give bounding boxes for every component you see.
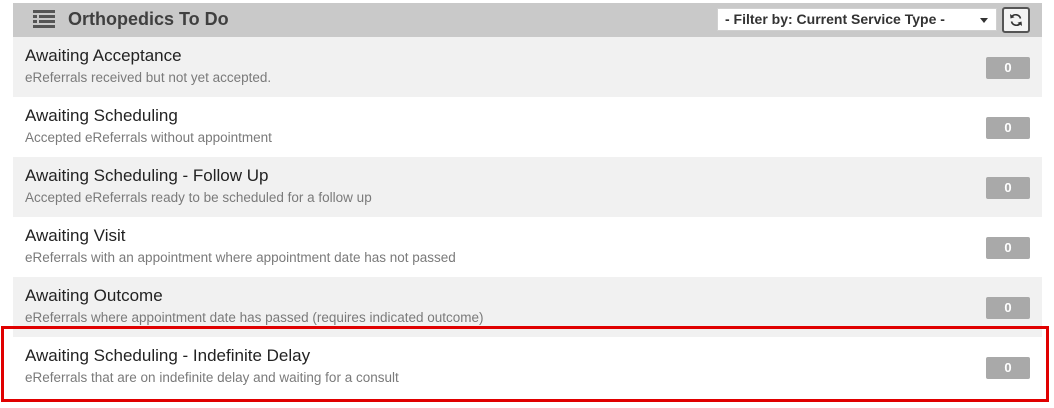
list-item[interactable]: Awaiting Acceptance eReferrals received … — [13, 37, 1042, 97]
chevron-down-icon — [980, 18, 988, 23]
list-item[interactable]: Awaiting Scheduling - Indefinite Delay e… — [13, 337, 1042, 397]
count-badge: 0 — [986, 297, 1030, 319]
list-item[interactable]: Awaiting Visit eReferrals with an appoin… — [13, 217, 1042, 277]
panel-title: Orthopedics To Do — [68, 9, 229, 29]
todo-list: Awaiting Acceptance eReferrals received … — [13, 37, 1042, 397]
count-badge: 0 — [986, 357, 1030, 379]
item-title: Awaiting Scheduling - Follow Up — [25, 166, 269, 185]
list-item[interactable]: Awaiting Scheduling - Follow Up Accepted… — [13, 157, 1042, 217]
item-title: Awaiting Scheduling - Indefinite Delay — [25, 346, 311, 365]
item-description: eReferrals that are on indefinite delay … — [25, 370, 399, 385]
list-item[interactable]: Awaiting Outcome eReferrals where appoin… — [13, 277, 1042, 337]
item-description: Accepted eReferrals without appointment — [25, 130, 272, 145]
filter-selected-value: - Filter by: Current Service Type - — [725, 11, 945, 27]
list-icon — [33, 10, 55, 28]
count-badge: 0 — [986, 177, 1030, 199]
refresh-icon — [1010, 13, 1022, 27]
item-title: Awaiting Outcome — [25, 286, 163, 305]
todo-panel: Orthopedics To Do - Filter by: Current S… — [13, 3, 1042, 401]
refresh-button[interactable] — [1002, 7, 1030, 33]
item-description: eReferrals received but not yet accepted… — [25, 70, 272, 85]
item-title: Awaiting Acceptance — [25, 46, 182, 65]
item-description: Accepted eReferrals ready to be schedule… — [25, 190, 372, 205]
item-title: Awaiting Visit — [25, 226, 126, 245]
count-badge: 0 — [986, 237, 1030, 259]
item-description: eReferrals with an appointment where app… — [25, 250, 456, 265]
item-description: eReferrals where appointment date has pa… — [25, 310, 484, 325]
panel-header: Orthopedics To Do - Filter by: Current S… — [13, 3, 1042, 37]
list-item[interactable]: Awaiting Scheduling Accepted eReferrals … — [13, 97, 1042, 157]
item-title: Awaiting Scheduling — [25, 106, 178, 125]
count-badge: 0 — [986, 57, 1030, 79]
count-badge: 0 — [986, 117, 1030, 139]
service-type-filter[interactable]: - Filter by: Current Service Type - — [717, 8, 997, 31]
